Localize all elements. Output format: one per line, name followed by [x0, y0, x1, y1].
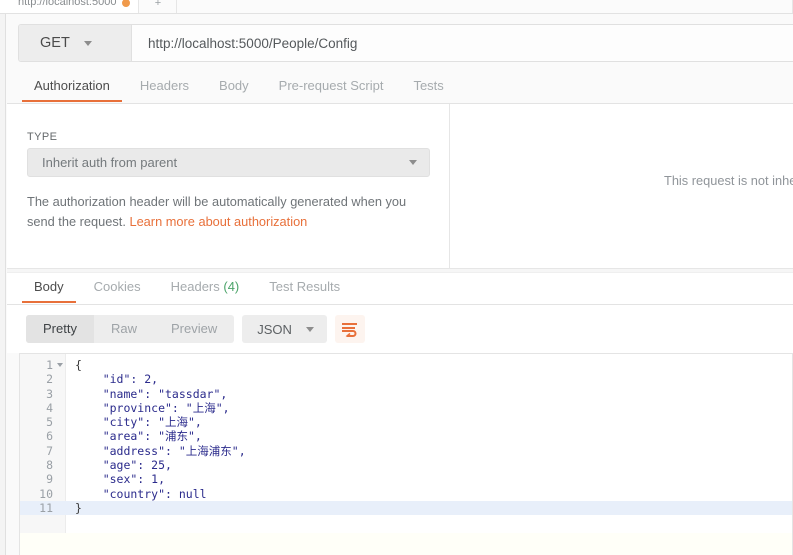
response-view-toolbar: Pretty Raw Preview JSON [7, 305, 793, 353]
tab-tests-label: Tests [413, 78, 444, 93]
not-inherited-message: This request is not inhe [664, 173, 793, 188]
code-line: 9 "sex": 1, [20, 472, 792, 487]
chevron-down-icon [83, 40, 92, 46]
code-text: "province": "上海", [75, 400, 230, 415]
unsaved-dot-icon [122, 0, 131, 7]
line-number: 6 [46, 429, 53, 444]
response-tab-test-results[interactable]: Test Results [254, 273, 355, 302]
line-number: 9 [46, 472, 53, 487]
code-text: "country": null [75, 486, 207, 501]
authorization-info-pane: This request is not inhe [450, 104, 793, 268]
left-rail [0, 14, 6, 555]
code-viewer-footer [19, 533, 793, 555]
request-tabs: Authorization Headers Body Pre-request S… [7, 72, 793, 104]
postman-window: http://localhost:5000 + GET http://local… [0, 0, 793, 555]
line-number: 5 [46, 415, 53, 430]
tab-headers[interactable]: Headers [125, 72, 204, 101]
response-headers-count: (4) [223, 279, 240, 294]
line-number: 7 [46, 443, 53, 458]
auth-type-value: Inherit auth from parent [42, 155, 178, 170]
url-text: http://localhost:5000/People/Config [148, 35, 358, 51]
response-tab-headers-label: Headers [170, 279, 220, 294]
line-number: 8 [46, 458, 53, 473]
code-line: 6 "area": "浦东", [20, 429, 792, 444]
code-text: "sex": 1, [75, 472, 166, 487]
code-line: 4 "province": "上海", [20, 400, 792, 415]
code-text: "address": "上海浦东", [75, 443, 246, 458]
code-line: 7 "address": "上海浦东", [20, 443, 792, 458]
code-line: 5 "city": "上海", [20, 415, 792, 430]
code-line: 11} [20, 500, 792, 516]
response-tab-body-label: Body [34, 279, 64, 294]
word-wrap-icon [342, 322, 358, 337]
chevron-down-icon [409, 160, 417, 165]
format-label: JSON [257, 321, 292, 337]
learn-more-link[interactable]: Learn more about authorization [129, 214, 307, 229]
code-text: "name": "tassdar", [75, 386, 228, 401]
code-text: } [75, 500, 82, 515]
code-line: 2 "id": 2, [20, 372, 792, 387]
word-wrap-button[interactable] [334, 315, 365, 343]
line-number: 10 [39, 486, 53, 501]
tab-pre-request-script[interactable]: Pre-request Script [264, 72, 399, 101]
view-mode-preview[interactable]: Preview [154, 315, 234, 343]
code-text: "age": 25, [75, 458, 172, 473]
code-text: { [75, 358, 82, 372]
chevron-down-icon [305, 326, 314, 332]
line-number: 3 [46, 386, 53, 401]
new-tab-button[interactable]: + [139, 0, 178, 13]
tab-strip-filler [177, 0, 793, 13]
method-label: GET [40, 35, 70, 51]
request-tab-label: http://localhost:5000 [18, 0, 117, 8]
response-tab-headers[interactable]: Headers (4) [156, 273, 255, 302]
authorization-pane: TYPE Inherit auth from parent The author… [7, 104, 450, 268]
line-number: 2 [46, 372, 53, 387]
line-number: 4 [46, 400, 53, 415]
tab-authorization[interactable]: Authorization [19, 72, 125, 102]
tab-tests[interactable]: Tests [398, 72, 458, 101]
code-text: "id": 2, [75, 372, 159, 387]
auth-type-select[interactable]: Inherit auth from parent [27, 148, 430, 177]
response-tab-cookies[interactable]: Cookies [79, 273, 156, 302]
response-tab-body[interactable]: Body [19, 273, 79, 303]
tab-authorization-label: Authorization [34, 78, 110, 93]
request-tab-active[interactable]: http://localhost:5000 [0, 0, 140, 13]
auth-help-text: The authorization header will be automat… [27, 192, 427, 232]
view-mode-pretty[interactable]: Pretty [26, 315, 94, 343]
new-tab-label: + [154, 0, 162, 9]
response-tabs: Body Cookies Headers (4) Test Results [7, 273, 793, 305]
auth-type-label: TYPE [27, 131, 58, 143]
format-selector[interactable]: JSON [242, 315, 327, 343]
code-text: "city": "上海", [75, 415, 202, 430]
response-body-viewer[interactable]: 1{2 "id": 2, 3 "name": "tassdar", 4 "provi… [19, 353, 793, 533]
url-bar: GET http://localhost:5000/People/Config [18, 24, 793, 62]
response-tab-test-results-label: Test Results [269, 279, 341, 294]
line-number: 1 [20, 358, 66, 372]
view-mode-raw[interactable]: Raw [94, 315, 154, 343]
code-text: "area": "浦东", [75, 429, 202, 444]
fold-triangle-icon[interactable] [57, 363, 63, 367]
request-tab-strip: http://localhost:5000 + [0, 0, 793, 14]
tab-body[interactable]: Body [204, 72, 264, 101]
tab-body-label: Body [219, 78, 249, 93]
code-lines: 1{2 "id": 2, 3 "name": "tassdar", 4 "provi… [20, 358, 792, 516]
tab-pre-request-script-label: Pre-request Script [278, 78, 384, 93]
response-tab-cookies-label: Cookies [93, 279, 141, 294]
code-line: 8 "age": 25, [20, 458, 792, 473]
tab-headers-label: Headers [139, 78, 190, 93]
code-line: 10 "country": null [20, 486, 792, 501]
line-number: 11 [39, 500, 53, 515]
url-input[interactable]: http://localhost:5000/People/Config [132, 25, 793, 61]
code-line: 3 "name": "tassdar", [20, 386, 792, 401]
method-selector[interactable]: GET [19, 25, 132, 61]
code-line: 1{ [20, 358, 792, 372]
view-mode-group: Pretty Raw Preview [26, 315, 235, 343]
